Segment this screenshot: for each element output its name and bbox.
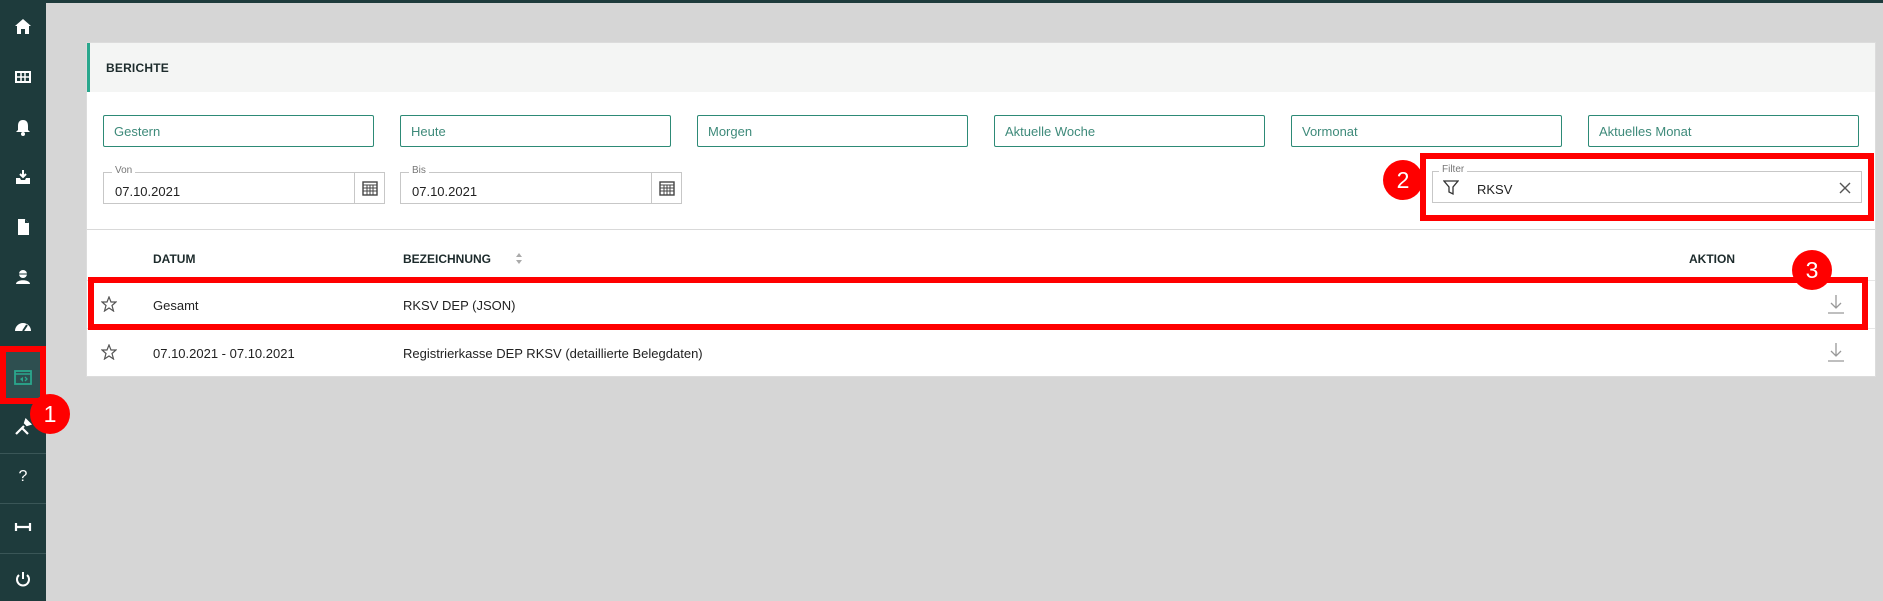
user-icon xyxy=(16,270,30,284)
date-to-calendar-button[interactable] xyxy=(651,172,682,204)
annotation-badge-3: 3 xyxy=(1792,250,1832,290)
quick-filter-current-week-button[interactable]: Aktuelle Woche xyxy=(994,115,1265,147)
grid-icon xyxy=(15,71,31,83)
highlight-box-reports xyxy=(0,346,46,404)
date-to-field[interactable]: Bis 07.10.2021 xyxy=(400,165,652,204)
date-to-label: Bis xyxy=(409,165,429,176)
column-header-datum[interactable]: DATUM xyxy=(153,252,195,266)
inbox-icon xyxy=(16,170,30,184)
cell-bezeichnung: Registrierkasse DEP RKSV (detaillierte B… xyxy=(403,346,703,361)
download-icon[interactable] xyxy=(1826,341,1846,363)
star-icon[interactable] xyxy=(101,344,117,360)
date-from-calendar-button[interactable] xyxy=(354,172,385,204)
quick-filter-tomorrow-button[interactable]: Morgen xyxy=(697,115,968,147)
calendar-icon xyxy=(658,181,675,196)
document-icon xyxy=(18,219,29,235)
annotation-badge-1: 1 xyxy=(30,394,70,434)
sidebar-item-grid[interactable] xyxy=(0,52,46,102)
sort-icon[interactable] xyxy=(515,252,523,265)
bell-icon xyxy=(16,120,30,136)
highlight-box-row xyxy=(88,277,1868,330)
dashboard-icon xyxy=(15,323,31,332)
help-icon: ? xyxy=(18,468,28,485)
sidebar-item-width[interactable] xyxy=(0,502,46,552)
column-header-bezeichnung[interactable]: BEZEICHNUNG xyxy=(403,252,491,266)
sidebar: ? xyxy=(0,0,46,601)
top-bar xyxy=(46,0,1883,3)
quick-filter-today-button[interactable]: Heute xyxy=(400,115,671,147)
sidebar-item-documents[interactable] xyxy=(0,202,46,252)
sidebar-item-inbox[interactable] xyxy=(0,152,46,202)
cell-datum: 07.10.2021 - 07.10.2021 xyxy=(153,346,295,361)
quick-filter-previous-month-button[interactable]: Vormonat xyxy=(1291,115,1562,147)
panel-divider xyxy=(87,229,1875,230)
power-icon xyxy=(16,572,30,587)
home-icon xyxy=(15,19,31,34)
column-header-aktion: AKTION xyxy=(1689,252,1735,266)
date-from-field[interactable]: Von 07.10.2021 xyxy=(103,165,355,204)
date-to-value: 07.10.2021 xyxy=(412,184,478,199)
sidebar-item-user[interactable] xyxy=(0,252,46,302)
date-from-label: Von xyxy=(112,165,136,176)
quick-filter-current-month-button[interactable]: Aktuelles Monat xyxy=(1588,115,1859,147)
sidebar-item-dashboard[interactable] xyxy=(0,302,46,352)
annotation-badge-2: 2 xyxy=(1383,160,1423,200)
quick-filter-yesterday-button[interactable]: Gestern xyxy=(103,115,374,147)
sidebar-item-help[interactable]: ? xyxy=(0,452,46,502)
sidebar-item-notifications[interactable] xyxy=(0,102,46,152)
date-from-value: 07.10.2021 xyxy=(115,184,181,199)
width-icon xyxy=(14,523,32,531)
highlight-box-filter xyxy=(1420,153,1874,221)
sidebar-item-home[interactable] xyxy=(0,2,46,52)
sidebar-item-power[interactable] xyxy=(0,554,46,601)
calendar-icon xyxy=(361,181,378,196)
table-row[interactable]: 07.10.2021 - 07.10.2021 Registrierkasse … xyxy=(87,328,1875,374)
panel-header: BERICHTE xyxy=(87,43,1875,92)
page-title: BERICHTE xyxy=(106,61,169,75)
